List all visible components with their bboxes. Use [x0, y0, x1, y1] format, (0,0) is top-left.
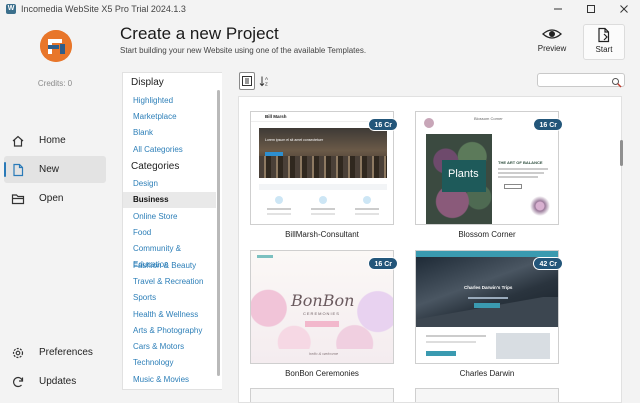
start-button[interactable]: Start	[583, 24, 625, 60]
category-item-sports[interactable]: Sports	[123, 290, 216, 306]
title-bar: W Incomedia WebSite X5 Pro Trial 2024.1.…	[0, 0, 640, 18]
categories-heading: Categories	[131, 161, 180, 172]
template-grid: Bill Marsh Lorem ipsum el sit amet conse…	[238, 96, 622, 403]
grid-view-icon	[242, 76, 252, 86]
thumb-hero-text: Charles Darwin's Trips	[464, 285, 513, 290]
thumb-small-text: hello & welcome	[309, 351, 339, 356]
sidebar-item-preferences[interactable]: Preferences	[4, 339, 106, 366]
category-item-food[interactable]: Food	[123, 225, 216, 241]
home-icon	[11, 134, 25, 148]
sidebar-item-label: Preferences	[39, 347, 93, 358]
category-scrollbar[interactable]	[217, 90, 220, 376]
sidebar-item-new[interactable]: New	[4, 156, 106, 183]
category-item-business[interactable]: Business	[123, 192, 216, 208]
template-name: Blossom Corner	[458, 230, 516, 239]
credits-badge: 42 Cr	[533, 257, 563, 270]
app-logo	[40, 30, 72, 62]
category-item-travel-recreation[interactable]: Travel & Recreation	[123, 274, 216, 290]
search-input[interactable]	[537, 73, 625, 88]
svg-text:Z: Z	[265, 82, 268, 87]
app-icon: W	[6, 4, 16, 14]
template-card-partial[interactable]	[415, 388, 559, 402]
category-item-health-wellness[interactable]: Health & Wellness	[123, 307, 216, 323]
category-item-online-store[interactable]: Online Store	[123, 209, 216, 225]
category-item-technology[interactable]: Technology	[123, 355, 216, 371]
display-item-marketplace[interactable]: Marketplace	[123, 109, 216, 125]
refresh-icon	[11, 375, 25, 389]
template-name: Charles Darwin	[459, 369, 515, 378]
category-item-music-movies[interactable]: Music & Movies	[123, 372, 216, 388]
page-subtitle: Start building your new Website using on…	[120, 46, 367, 55]
category-item-design[interactable]: Design	[123, 176, 216, 192]
thumb-brand-text: Bill Marsh	[265, 114, 287, 119]
template-card-blossom[interactable]: Blossom Corner Plants THE ART OF BALANCE…	[415, 111, 563, 239]
sidebar-item-open[interactable]: Open	[4, 185, 106, 212]
eye-icon	[542, 24, 562, 44]
minimize-icon[interactable]	[541, 0, 574, 18]
svg-text:A: A	[265, 76, 268, 81]
template-card-bonbon[interactable]: BonBon CEREMONIES hello & welcome 16 Cr …	[250, 250, 398, 378]
page-title: Create a new Project	[120, 24, 279, 43]
sort-az-icon: AZ	[259, 76, 268, 87]
thumb-plants-text: Plants	[448, 168, 479, 180]
credits-badge: 16 Cr	[533, 118, 563, 131]
gear-icon	[11, 346, 25, 360]
thumb-brand-text: Blossom Corner	[474, 116, 503, 121]
start-label: Start	[595, 45, 613, 54]
close-icon[interactable]	[607, 0, 640, 18]
template-card-billmarsh[interactable]: Bill Marsh Lorem ipsum el sit amet conse…	[250, 111, 398, 239]
sort-button[interactable]: AZ	[257, 72, 273, 90]
display-item-all-categories[interactable]: All Categories	[123, 142, 216, 158]
view-grid-button[interactable]	[239, 72, 255, 90]
sidebar-item-label: Home	[39, 135, 66, 146]
window-title: Incomedia WebSite X5 Pro Trial 2024.1.3	[21, 4, 186, 14]
sidebar-item-label: Updates	[39, 376, 77, 387]
maximize-icon[interactable]	[574, 0, 607, 18]
thumb-script-text: BonBon	[291, 291, 355, 310]
sidebar-item-label: Open	[39, 193, 64, 204]
display-item-blank[interactable]: Blank	[123, 125, 216, 141]
template-name: BonBon Ceremonies	[285, 369, 359, 378]
preview-button[interactable]: Preview	[531, 24, 573, 60]
new-file-icon	[11, 163, 25, 177]
credits-label: Credits: 0	[37, 79, 73, 88]
template-name: BillMarsh-Consultant	[285, 230, 359, 239]
display-heading: Display	[131, 77, 164, 88]
template-card-darwin[interactable]: Charles Darwin's Trips 42 Cr Charles Dar…	[415, 250, 563, 378]
category-item-arts-photography[interactable]: Arts & Photography	[123, 323, 216, 339]
sidebar: Credits: 0 Home New Open Preferences Upd…	[0, 18, 110, 403]
credits-badge: 16 Cr	[368, 118, 398, 131]
thumb-heading-text: THE ART OF BALANCE	[498, 160, 543, 165]
display-item-highlighted[interactable]: Highlighted	[123, 93, 216, 109]
template-card-partial[interactable]	[250, 388, 394, 402]
thumb-hero-image: Lorem ipsum el sit amet consectetuer	[259, 128, 387, 178]
sidebar-item-home[interactable]: Home	[4, 127, 106, 154]
thumb-hero-text: Lorem ipsum el sit amet consectetuer	[265, 138, 324, 142]
category-item-community-education[interactable]: Community & Education	[123, 241, 216, 269]
thumb-subtitle-text: CEREMONIES	[303, 311, 340, 316]
start-icon	[596, 25, 612, 45]
category-panel: Display Highlighted Marketplace Blank Al…	[122, 72, 222, 390]
folder-icon	[11, 192, 25, 206]
category-item-cars-motors[interactable]: Cars & Motors	[123, 339, 216, 355]
credits-badge: 16 Cr	[368, 257, 398, 270]
category-item-fashion-beauty[interactable]: Fashion & Beauty	[123, 258, 216, 274]
preview-label: Preview	[537, 44, 567, 53]
sidebar-item-updates[interactable]: Updates	[4, 368, 106, 395]
search-icon	[611, 75, 622, 93]
template-grid-scrollbar[interactable]	[620, 140, 623, 166]
sidebar-item-label: New	[39, 164, 60, 175]
